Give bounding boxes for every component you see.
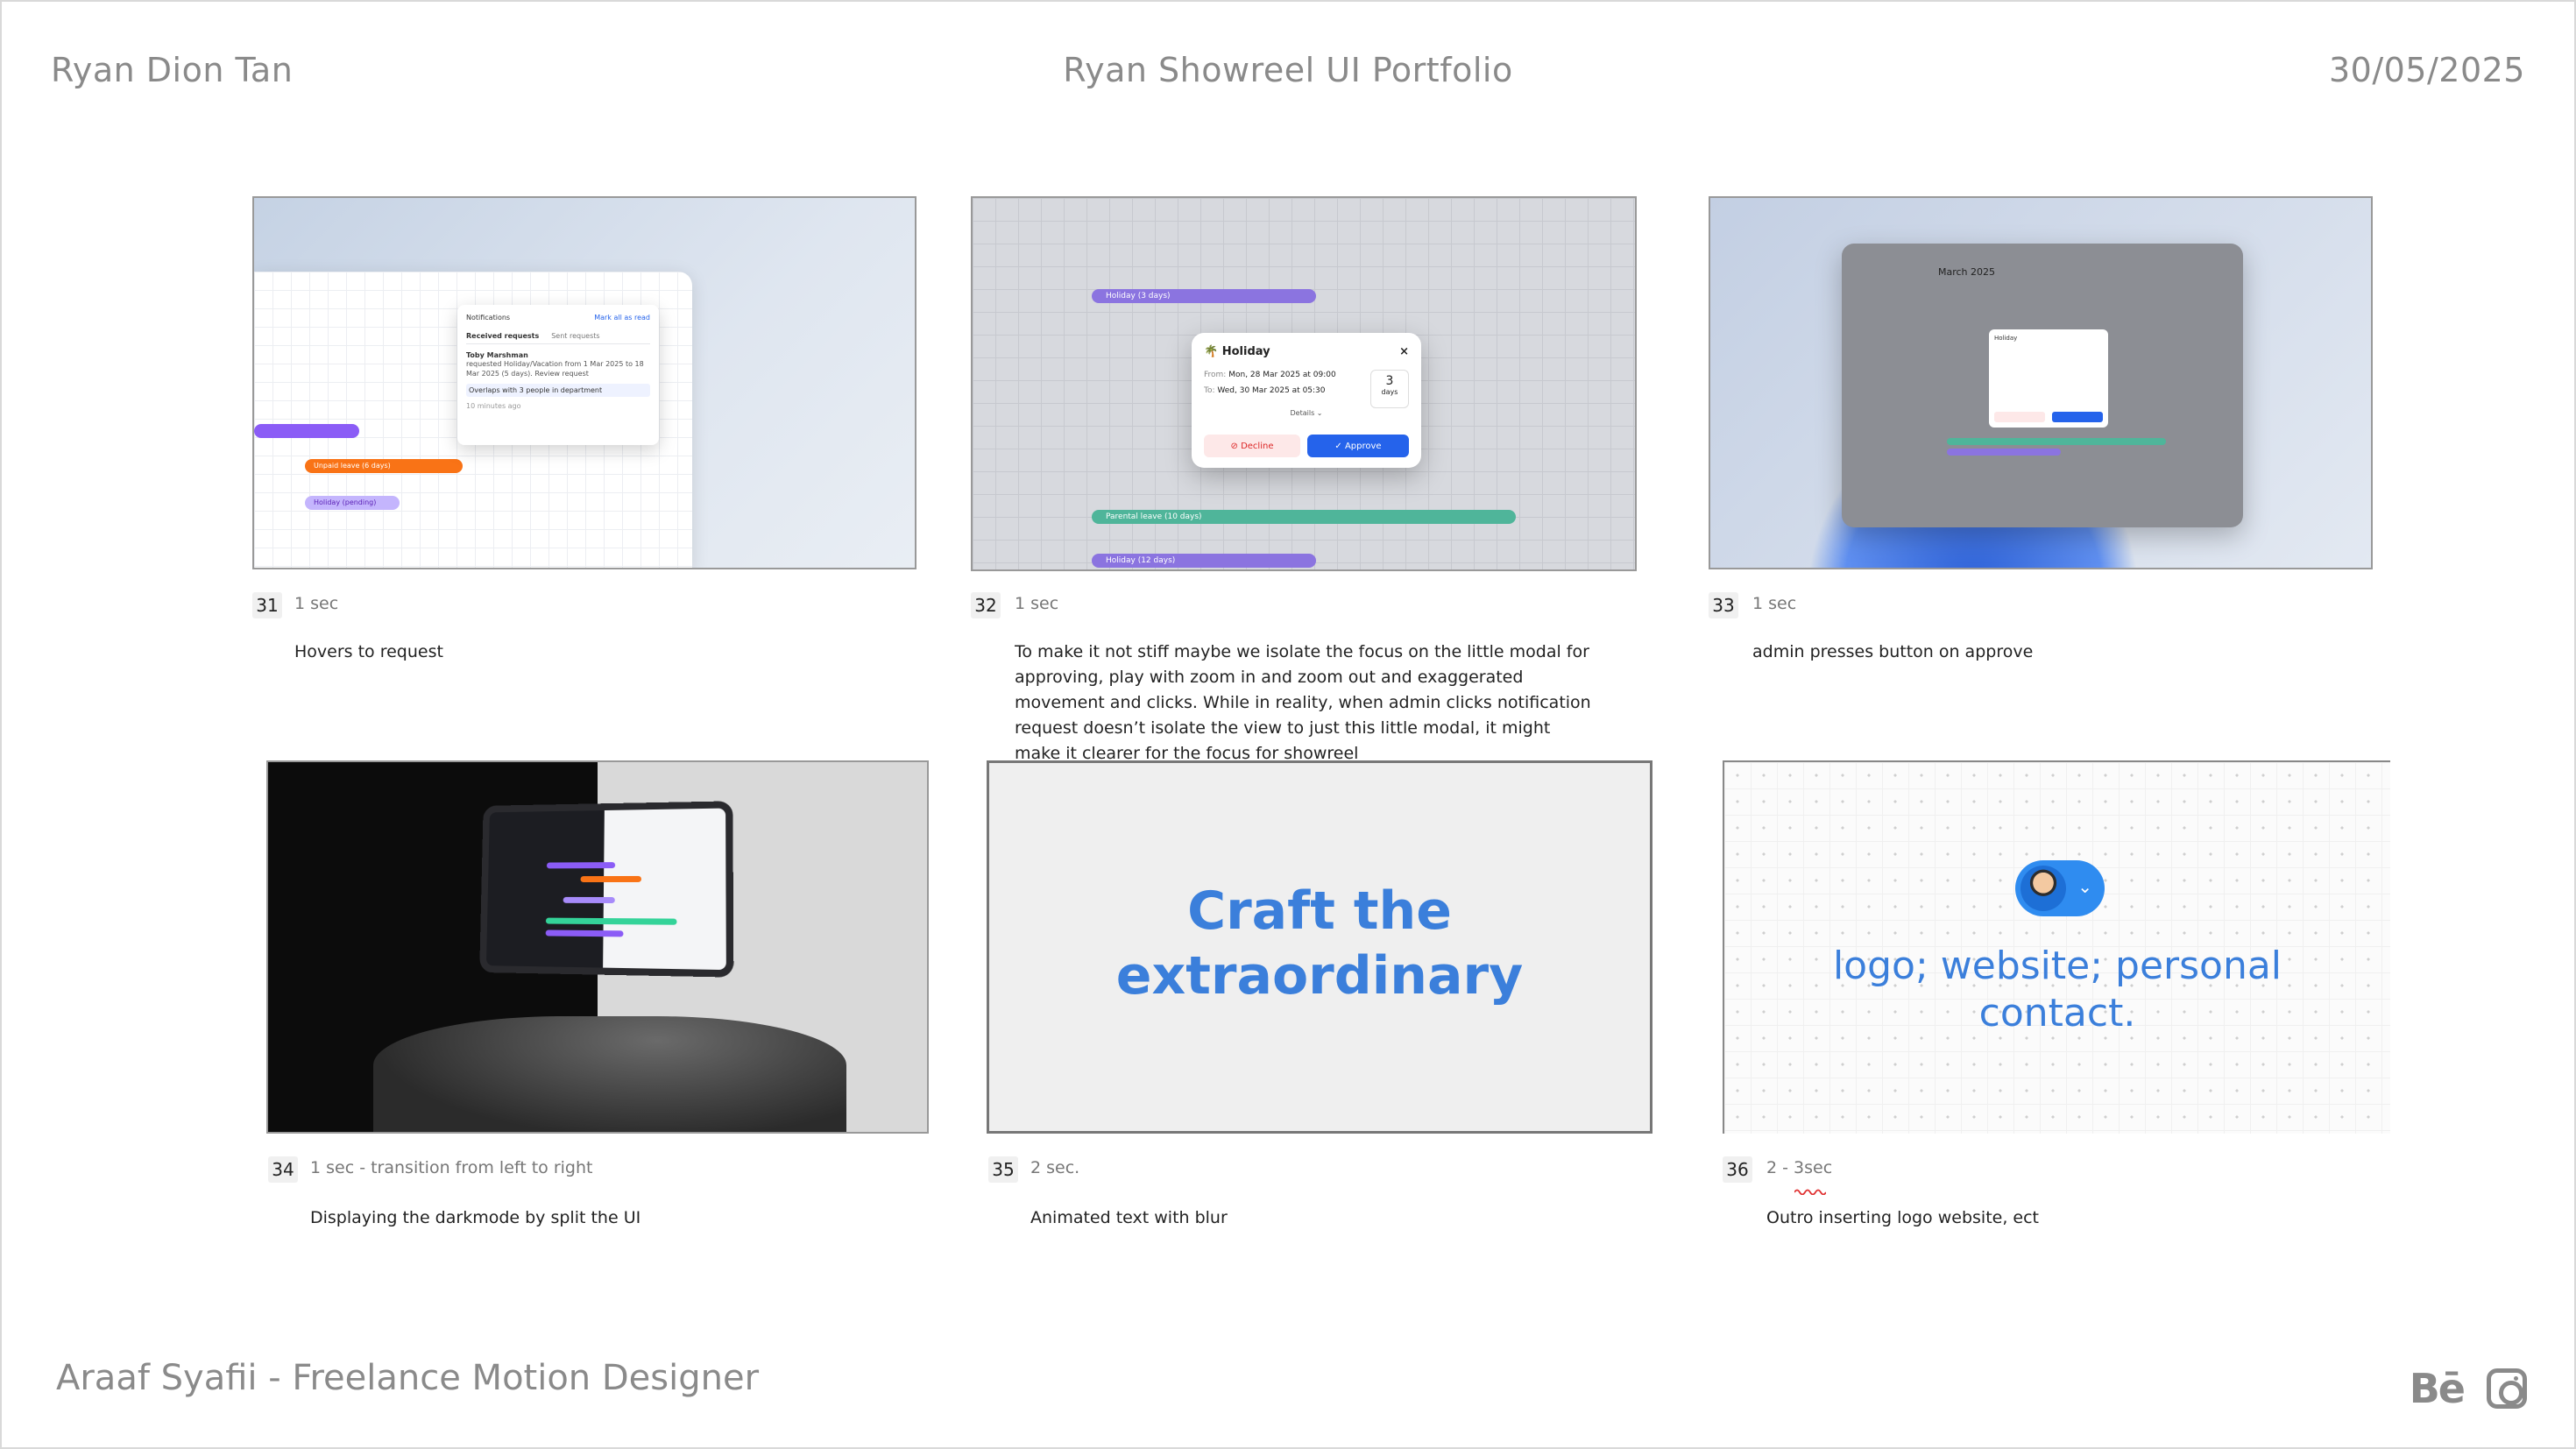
page-title: Ryan Showreel UI Portfolio — [1063, 51, 1513, 89]
frame-duration: 1 sec - transition from left to right — [310, 1158, 593, 1177]
calendar-bar: Holiday (12 days) — [1092, 554, 1316, 568]
frame-description: Hovers to request — [294, 642, 443, 661]
notifications-popover: Notifications Mark all as read Received … — [457, 305, 659, 445]
portfolio-page: Ryan Dion Tan Ryan Showreel UI Portfolio… — [0, 0, 2576, 1449]
tab-sent-requests[interactable]: Sent requests — [551, 332, 599, 340]
behance-icon[interactable]: Bē — [2410, 1365, 2466, 1412]
frame-31-thumbnail: Unpaid leave (6 days) Holiday (pending) … — [252, 196, 916, 569]
avatar — [2020, 866, 2066, 911]
calendar-bar — [1947, 438, 2166, 445]
frame-36-thumbnail: ⌄ logo; website; personal contact. — [1723, 760, 2390, 1134]
holiday-modal: Holiday — [1989, 329, 2108, 428]
requester-name: Toby Marshman — [466, 351, 528, 359]
frame-description: To make it not stiff maybe we isolate th… — [1015, 642, 1591, 763]
time-ago: 10 minutes ago — [466, 402, 521, 410]
app-window: March 2025 Holiday — [1842, 244, 2243, 527]
notifications-title: Notifications — [466, 314, 511, 322]
calendar-bar: Parental leave (10 days) — [1092, 510, 1516, 524]
contact-pill[interactable]: ⌄ — [2015, 860, 2105, 916]
frame-description: Outro inserting logo website, ect — [1766, 1208, 2039, 1227]
frame-number: 32 — [971, 592, 1001, 618]
social-links: Bē — [2410, 1365, 2527, 1412]
frame-duration: 1 sec — [1752, 594, 1797, 613]
mark-all-read-link[interactable]: Mark all as read — [594, 314, 650, 322]
animated-headline: Craft the extraordinary — [1115, 880, 1524, 1007]
frame-duration: 1 sec — [294, 594, 339, 613]
approve-button[interactable] — [2052, 412, 2103, 422]
close-icon[interactable]: × — [1399, 345, 1409, 358]
calendar-bar: Holiday (pending) — [305, 496, 400, 510]
frame-description: Displaying the darkmode by split the UI — [310, 1208, 641, 1227]
holiday-approval-modal: 🌴 Holiday × From: Mon, 28 Mar 2025 at 09… — [1192, 333, 1421, 468]
frame-number: 36 — [1723, 1156, 1752, 1183]
instagram-icon[interactable] — [2487, 1368, 2527, 1409]
overlap-badge: Overlaps with 3 people in department — [466, 384, 650, 397]
rock-pedestal — [373, 1016, 846, 1132]
palm-tree-icon: 🌴 — [1204, 345, 1219, 358]
from-date: Mon, 28 Mar 2025 — [1228, 371, 1300, 379]
frame-35-thumbnail: Craft the extraordinary — [987, 760, 1652, 1134]
outro-text: logo; website; personal contact. — [1832, 944, 2282, 1036]
frame-duration: 2 - 3sec — [1766, 1158, 1833, 1177]
frame-description: Animated text with blur — [1030, 1208, 1228, 1227]
request-text: requested Holiday/Vacation from 1 Mar 20… — [466, 360, 644, 378]
frame-number: 33 — [1709, 592, 1738, 618]
decline-button[interactable] — [1994, 412, 2045, 422]
calendar-bar — [1947, 449, 2061, 456]
modal-title: Holiday — [1221, 345, 1270, 358]
decline-button[interactable]: ⊘ Decline — [1204, 435, 1300, 457]
frame-number: 31 — [252, 592, 282, 618]
details-toggle[interactable]: Details ⌄ — [1204, 409, 1409, 417]
frame-duration: 2 sec. — [1030, 1158, 1080, 1177]
frame-description: admin presses button on approve — [1752, 642, 2034, 661]
frame-number: 34 — [268, 1156, 298, 1183]
calendar-title: March 2025 — [1938, 266, 1996, 278]
frame-33-thumbnail: March 2025 Holiday — [1709, 196, 2373, 569]
calendar-bar — [254, 424, 359, 438]
footer-credit: Araaf Syafii - Freelance Motion Designer — [56, 1358, 760, 1398]
frame-34-thumbnail — [266, 760, 929, 1134]
approve-button[interactable]: ✓ Approve — [1307, 435, 1409, 457]
page-date: 30/05/2025 — [2328, 51, 2525, 89]
calendar-bar: Holiday (3 days) — [1092, 289, 1316, 303]
frame-number: 35 — [988, 1156, 1018, 1183]
spellcheck-underline — [1794, 1189, 1826, 1195]
frame-32-thumbnail: Holiday (3 days) Parental leave (10 days… — [971, 196, 1637, 571]
tab-received-requests[interactable]: Received requests — [466, 332, 539, 340]
calendar-bar: Unpaid leave (6 days) — [305, 459, 463, 473]
tablet-device — [479, 801, 734, 978]
days-counter: 3 days — [1370, 370, 1409, 408]
frame-duration: 1 sec — [1015, 594, 1059, 613]
chevron-down-icon: ⌄ — [2077, 876, 2092, 897]
to-date: Wed, 30 Mar 2025 — [1217, 386, 1290, 395]
